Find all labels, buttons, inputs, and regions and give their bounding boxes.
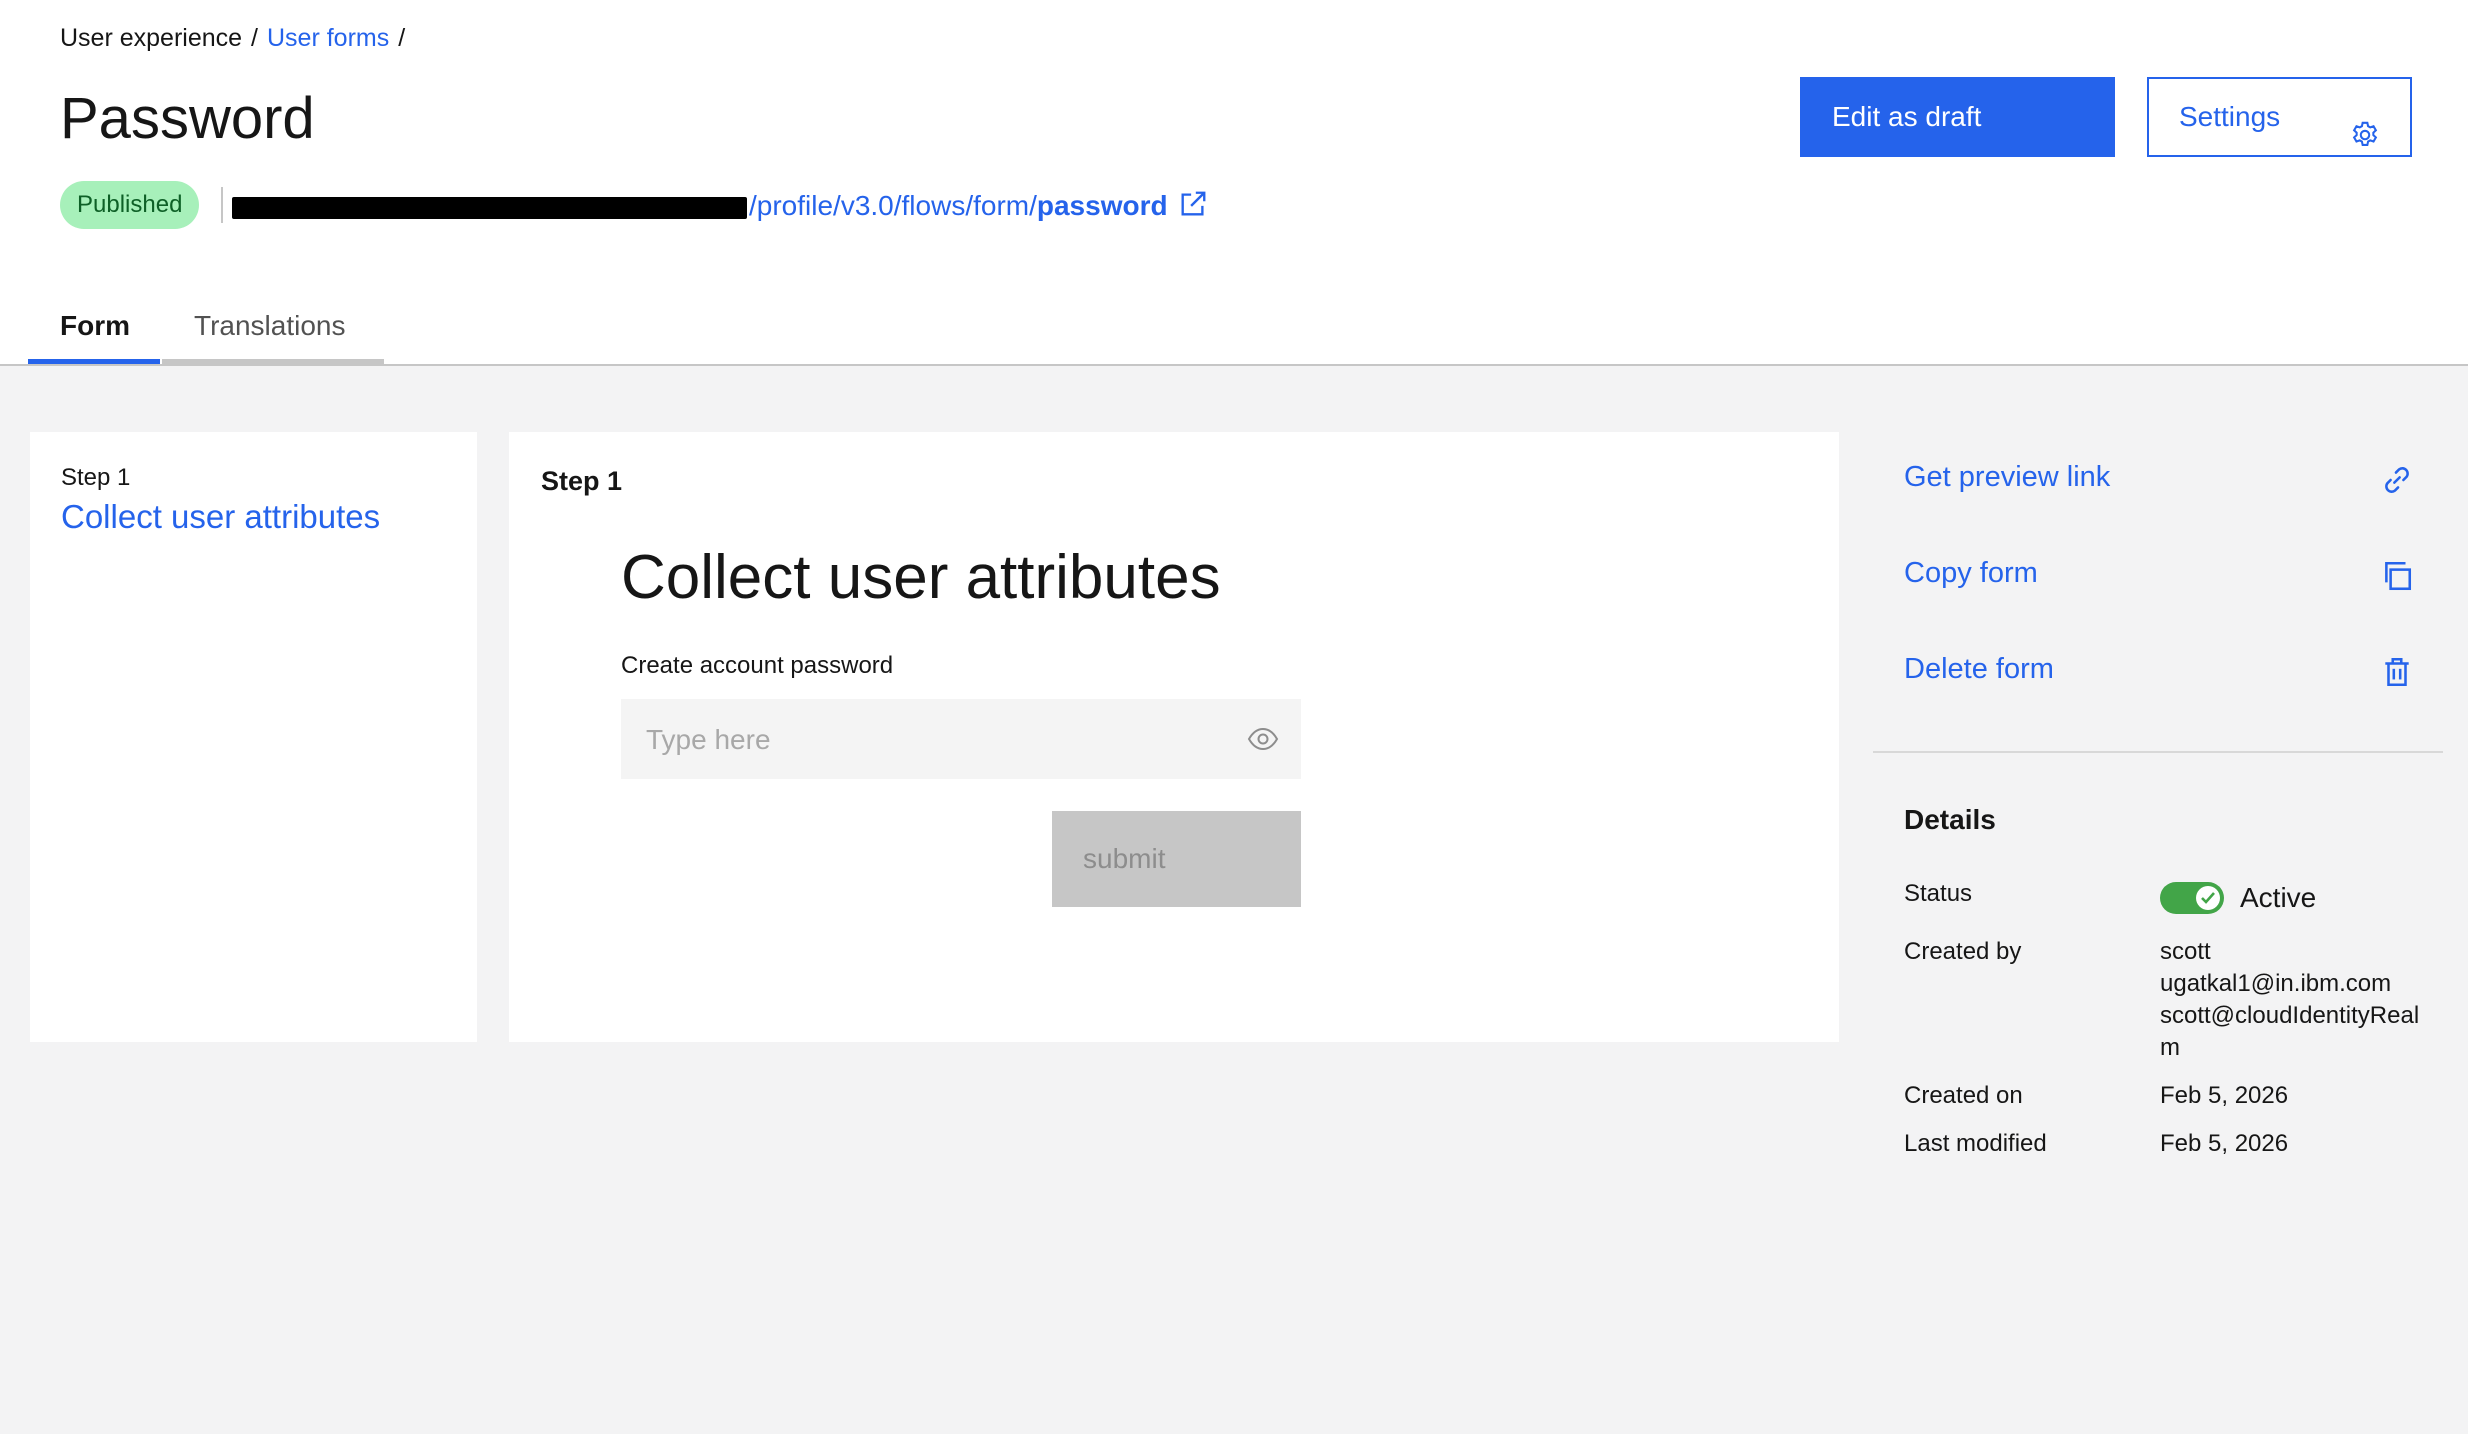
get-preview-link-action[interactable]: Get preview link xyxy=(1904,455,2414,505)
details-heading: Details xyxy=(1904,804,1996,835)
created-by-line: ugatkal1@in.ibm.com xyxy=(2160,970,2392,997)
created-by-label: Created by xyxy=(1904,938,2022,965)
breadcrumb-separator: / xyxy=(251,24,258,52)
eye-icon[interactable] xyxy=(1247,725,1279,753)
copy-form-action[interactable]: Copy form xyxy=(1904,551,2414,601)
edit-as-draft-label: Edit as draft xyxy=(1832,101,1982,132)
created-on-value: Feb 5, 2026 xyxy=(2160,1082,2289,1109)
form-url-link[interactable]: /profile/v3.0/flows/form/password xyxy=(232,188,1208,224)
tab-form[interactable]: Form xyxy=(28,300,160,364)
submit-button[interactable]: submit xyxy=(1052,811,1301,907)
created-by-line: scott@cloudIdentityReal xyxy=(2160,1002,2420,1029)
created-by-value: scott ugatkal1@in.ibm.com scott@cloudIde… xyxy=(2160,936,2419,1064)
external-link-icon[interactable] xyxy=(1178,189,1208,219)
step-number-label: Step 1 xyxy=(61,464,131,491)
form-preview-panel: Step 1 Collect user attributes Create ac… xyxy=(509,432,1839,1042)
preview-step-heading: Step 1 xyxy=(541,466,623,496)
status-toggle[interactable] xyxy=(2160,882,2224,914)
created-on-label: Created on xyxy=(1904,1082,2023,1109)
trash-icon xyxy=(2380,655,2414,689)
password-field xyxy=(621,699,1301,781)
step-title-link[interactable]: Collect user attributes xyxy=(61,498,380,536)
delete-form-label: Delete form xyxy=(1904,653,2054,685)
url-path: /profile/v3.0/flows/form/ xyxy=(749,190,1037,221)
breadcrumb-user-forms-link[interactable]: User forms xyxy=(267,24,389,52)
copy-icon xyxy=(2380,559,2414,593)
status-value: Active xyxy=(2240,882,2317,913)
get-preview-link-label: Get preview link xyxy=(1904,461,2111,493)
edit-as-draft-button[interactable]: Edit as draft xyxy=(1800,77,2115,157)
delete-form-action[interactable]: Delete form xyxy=(1904,647,2414,697)
status-label: Status xyxy=(1904,880,1973,907)
last-modified-value: Feb 5, 2026 xyxy=(2160,1130,2289,1157)
last-modified-label: Last modified xyxy=(1904,1130,2047,1157)
preview-form-heading: Collect user attributes xyxy=(621,543,1221,612)
steps-panel: Step 1 Collect user attributes xyxy=(30,432,477,1042)
breadcrumb: User experience / User forms / xyxy=(60,22,414,54)
divider xyxy=(221,187,223,223)
gear-icon xyxy=(2350,103,2380,146)
created-by-line: scott xyxy=(2160,938,2211,965)
redacted-hostname xyxy=(232,196,747,219)
page-title: Password xyxy=(60,86,315,151)
divider xyxy=(1873,751,2443,753)
breadcrumb-user-experience[interactable]: User experience xyxy=(60,24,242,52)
tab-translations[interactable]: Translations xyxy=(162,300,384,364)
settings-label: Settings xyxy=(2179,101,2281,132)
created-by-line: m xyxy=(2160,1034,2180,1061)
settings-button[interactable]: Settings xyxy=(2147,77,2412,157)
copy-form-label: Copy form xyxy=(1904,557,2038,589)
link-icon xyxy=(2380,463,2414,497)
password-input[interactable] xyxy=(644,699,1208,781)
breadcrumb-separator: / xyxy=(398,24,406,52)
checkmark-icon xyxy=(2201,892,2215,904)
status-badge: Published xyxy=(60,181,200,229)
password-field-label: Create account password xyxy=(621,652,894,679)
url-bold-segment: password xyxy=(1036,190,1168,221)
toggle-knob xyxy=(2196,886,2220,910)
